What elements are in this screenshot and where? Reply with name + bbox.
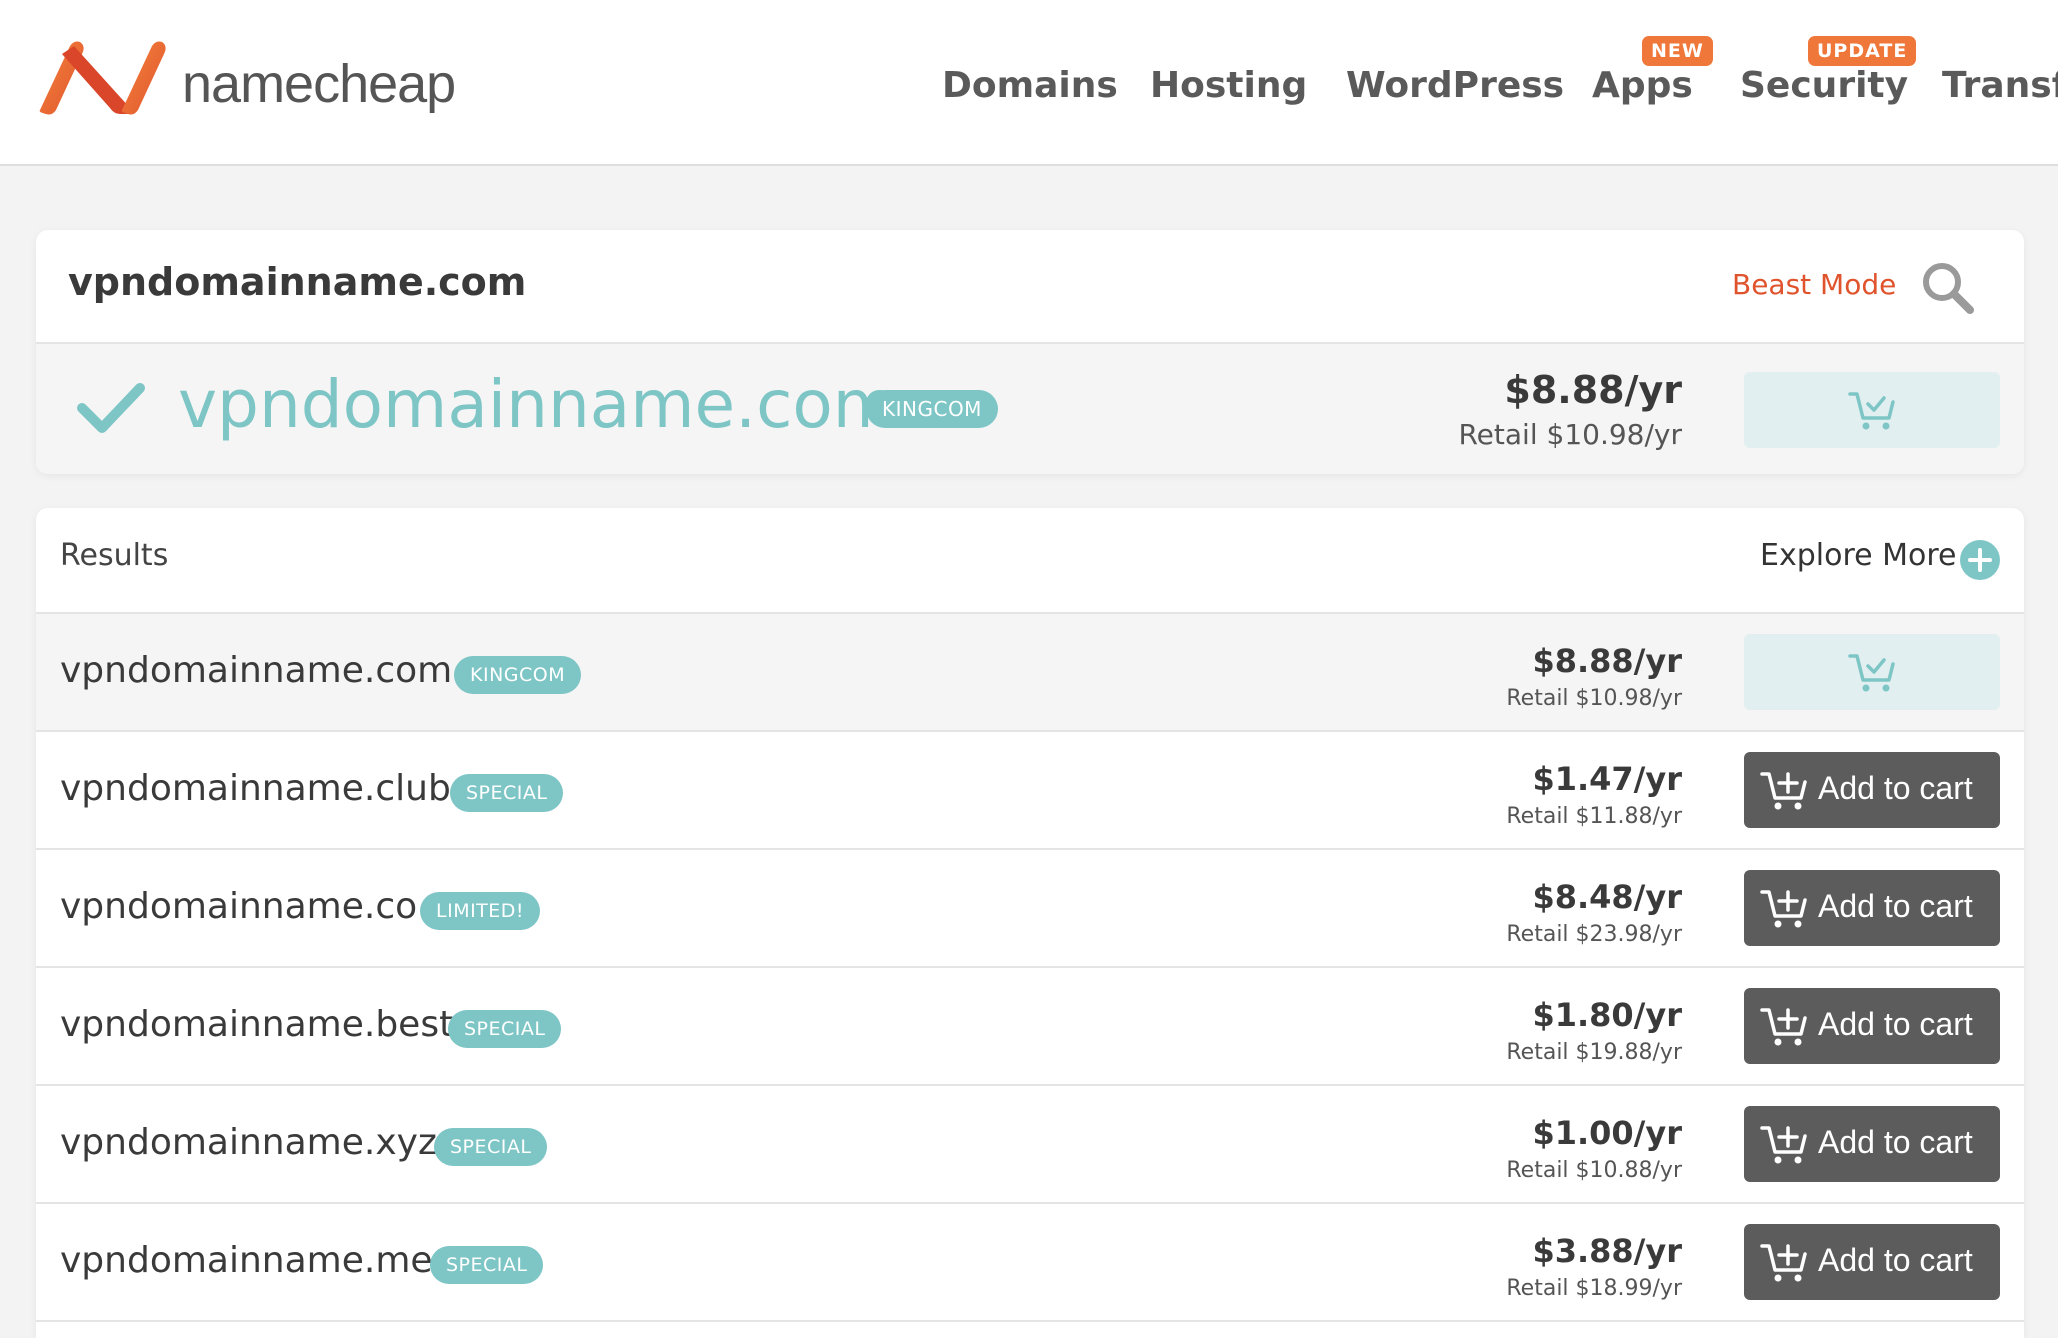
nav-security-update-badge: UPDATE bbox=[1808, 36, 1917, 66]
add-to-cart-label: Add to cart bbox=[1818, 1006, 1973, 1042]
result-domain: vpndomainname.com bbox=[60, 650, 453, 691]
cart-add-icon bbox=[1760, 1244, 1807, 1282]
search-card: vpndomainname.com Beast Mode vpndomainna… bbox=[36, 230, 2024, 474]
cart-add-icon bbox=[1760, 1008, 1807, 1046]
result-price: $1.47/yr bbox=[1532, 760, 1682, 798]
results-header: Results Explore More bbox=[36, 508, 2024, 614]
add-to-cart-button[interactable]: Add to cart bbox=[1744, 1224, 2000, 1300]
result-retail-price: Retail $11.88/yr bbox=[1506, 804, 1682, 829]
search-icon[interactable] bbox=[1920, 260, 1974, 314]
add-to-cart-label: Add to cart bbox=[1818, 770, 1973, 806]
result-row: vpndomainname.me SPECIAL $3.88/yr Retail… bbox=[36, 1204, 2024, 1322]
cart-add-icon bbox=[1760, 1126, 1807, 1164]
result-price: $8.48/yr bbox=[1532, 878, 1682, 916]
in-cart-button[interactable] bbox=[1744, 634, 2000, 710]
cart-check-icon bbox=[1848, 654, 1895, 692]
cart-add-icon bbox=[1760, 890, 1807, 928]
nav-hosting[interactable]: Hosting bbox=[1150, 64, 1307, 108]
add-to-cart-button[interactable]: Add to cart bbox=[1744, 870, 2000, 946]
cart-add-icon bbox=[1760, 772, 1807, 810]
result-badge: SPECIAL bbox=[450, 774, 564, 812]
result-badge: SPECIAL bbox=[448, 1010, 562, 1048]
result-price: $1.00/yr bbox=[1532, 1114, 1682, 1152]
result-badge: SPECIAL bbox=[430, 1246, 544, 1284]
beast-mode-link[interactable]: Beast Mode bbox=[1732, 268, 1896, 301]
search-bar[interactable]: vpndomainname.com Beast Mode bbox=[36, 230, 2024, 344]
result-price: $8.88/yr bbox=[1532, 642, 1682, 680]
add-to-cart-button[interactable]: Add to cart bbox=[1744, 752, 2000, 828]
results-title: Results bbox=[60, 538, 169, 573]
result-row: vpndomainname.com KINGCOM $8.88/yr Retai… bbox=[36, 614, 2024, 732]
add-to-cart-label: Add to cart bbox=[1818, 888, 1973, 924]
result-domain: vpndomainname.xyz bbox=[60, 1122, 437, 1163]
plus-circle-icon[interactable] bbox=[1960, 540, 2000, 580]
result-price: $1.80/yr bbox=[1532, 996, 1682, 1034]
featured-in-cart-button[interactable] bbox=[1744, 372, 2000, 448]
result-retail-price: Retail $19.88/yr bbox=[1506, 1040, 1682, 1065]
featured-retail-price: Retail $10.98/yr bbox=[1458, 418, 1682, 451]
namecheap-logo-icon[interactable] bbox=[34, 38, 170, 116]
cart-check-icon bbox=[1848, 392, 1895, 430]
result-domain: vpndomainname.me bbox=[60, 1240, 433, 1281]
result-row: vpndomainname.best SPECIAL $1.80/yr Reta… bbox=[36, 968, 2024, 1086]
explore-more-link[interactable]: Explore More bbox=[1760, 538, 1956, 573]
result-retail-price: Retail $18.99/yr bbox=[1506, 1276, 1682, 1301]
result-domain: vpndomainname.club bbox=[60, 768, 451, 809]
search-query[interactable]: vpndomainname.com bbox=[68, 260, 526, 304]
check-icon bbox=[77, 383, 145, 433]
result-row: vpndomainname.xyz SPECIAL $1.00/yr Retai… bbox=[36, 1086, 2024, 1204]
featured-kingcom-badge: KINGCOM bbox=[866, 390, 998, 428]
featured-result: vpndomainname.com KINGCOM $8.88/yr Retai… bbox=[36, 344, 2024, 474]
featured-price: $8.88/yr bbox=[1504, 368, 1682, 412]
nav-transfer[interactable]: Transfe bbox=[1942, 64, 2058, 108]
featured-domain-name: vpndomainname.com bbox=[178, 366, 898, 443]
result-domain: vpndomainname.co bbox=[60, 886, 418, 927]
result-price: $3.88/yr bbox=[1532, 1232, 1682, 1270]
nav-apps-new-badge: NEW bbox=[1642, 36, 1713, 66]
logo-text[interactable]: namecheap bbox=[182, 52, 456, 116]
result-retail-price: Retail $10.98/yr bbox=[1506, 686, 1682, 711]
result-badge: SPECIAL bbox=[434, 1128, 548, 1166]
site-header: namecheap Domains Hosting WordPress Apps… bbox=[0, 0, 2058, 166]
nav-apps[interactable]: Apps bbox=[1592, 64, 1693, 108]
add-to-cart-label: Add to cart bbox=[1818, 1242, 1973, 1278]
result-row: vpndomainname.co LIMITED! $8.48/yr Retai… bbox=[36, 850, 2024, 968]
add-to-cart-button[interactable]: Add to cart bbox=[1744, 1106, 2000, 1182]
nav-wordpress[interactable]: WordPress bbox=[1346, 64, 1564, 108]
result-badge: KINGCOM bbox=[454, 656, 582, 694]
add-to-cart-label: Add to cart bbox=[1818, 1124, 1973, 1160]
nav-domains[interactable]: Domains bbox=[942, 64, 1118, 108]
result-retail-price: Retail $23.98/yr bbox=[1506, 922, 1682, 947]
result-domain: vpndomainname.best bbox=[60, 1004, 454, 1045]
add-to-cart-button[interactable]: Add to cart bbox=[1744, 988, 2000, 1064]
result-retail-price: Retail $10.88/yr bbox=[1506, 1158, 1682, 1183]
nav-security[interactable]: Security bbox=[1740, 64, 1908, 108]
result-row: vpndomainname.club SPECIAL $1.47/yr Reta… bbox=[36, 732, 2024, 850]
result-badge: LIMITED! bbox=[420, 892, 541, 930]
results-card: Results Explore More vpndomainname.com K… bbox=[36, 508, 2024, 1338]
